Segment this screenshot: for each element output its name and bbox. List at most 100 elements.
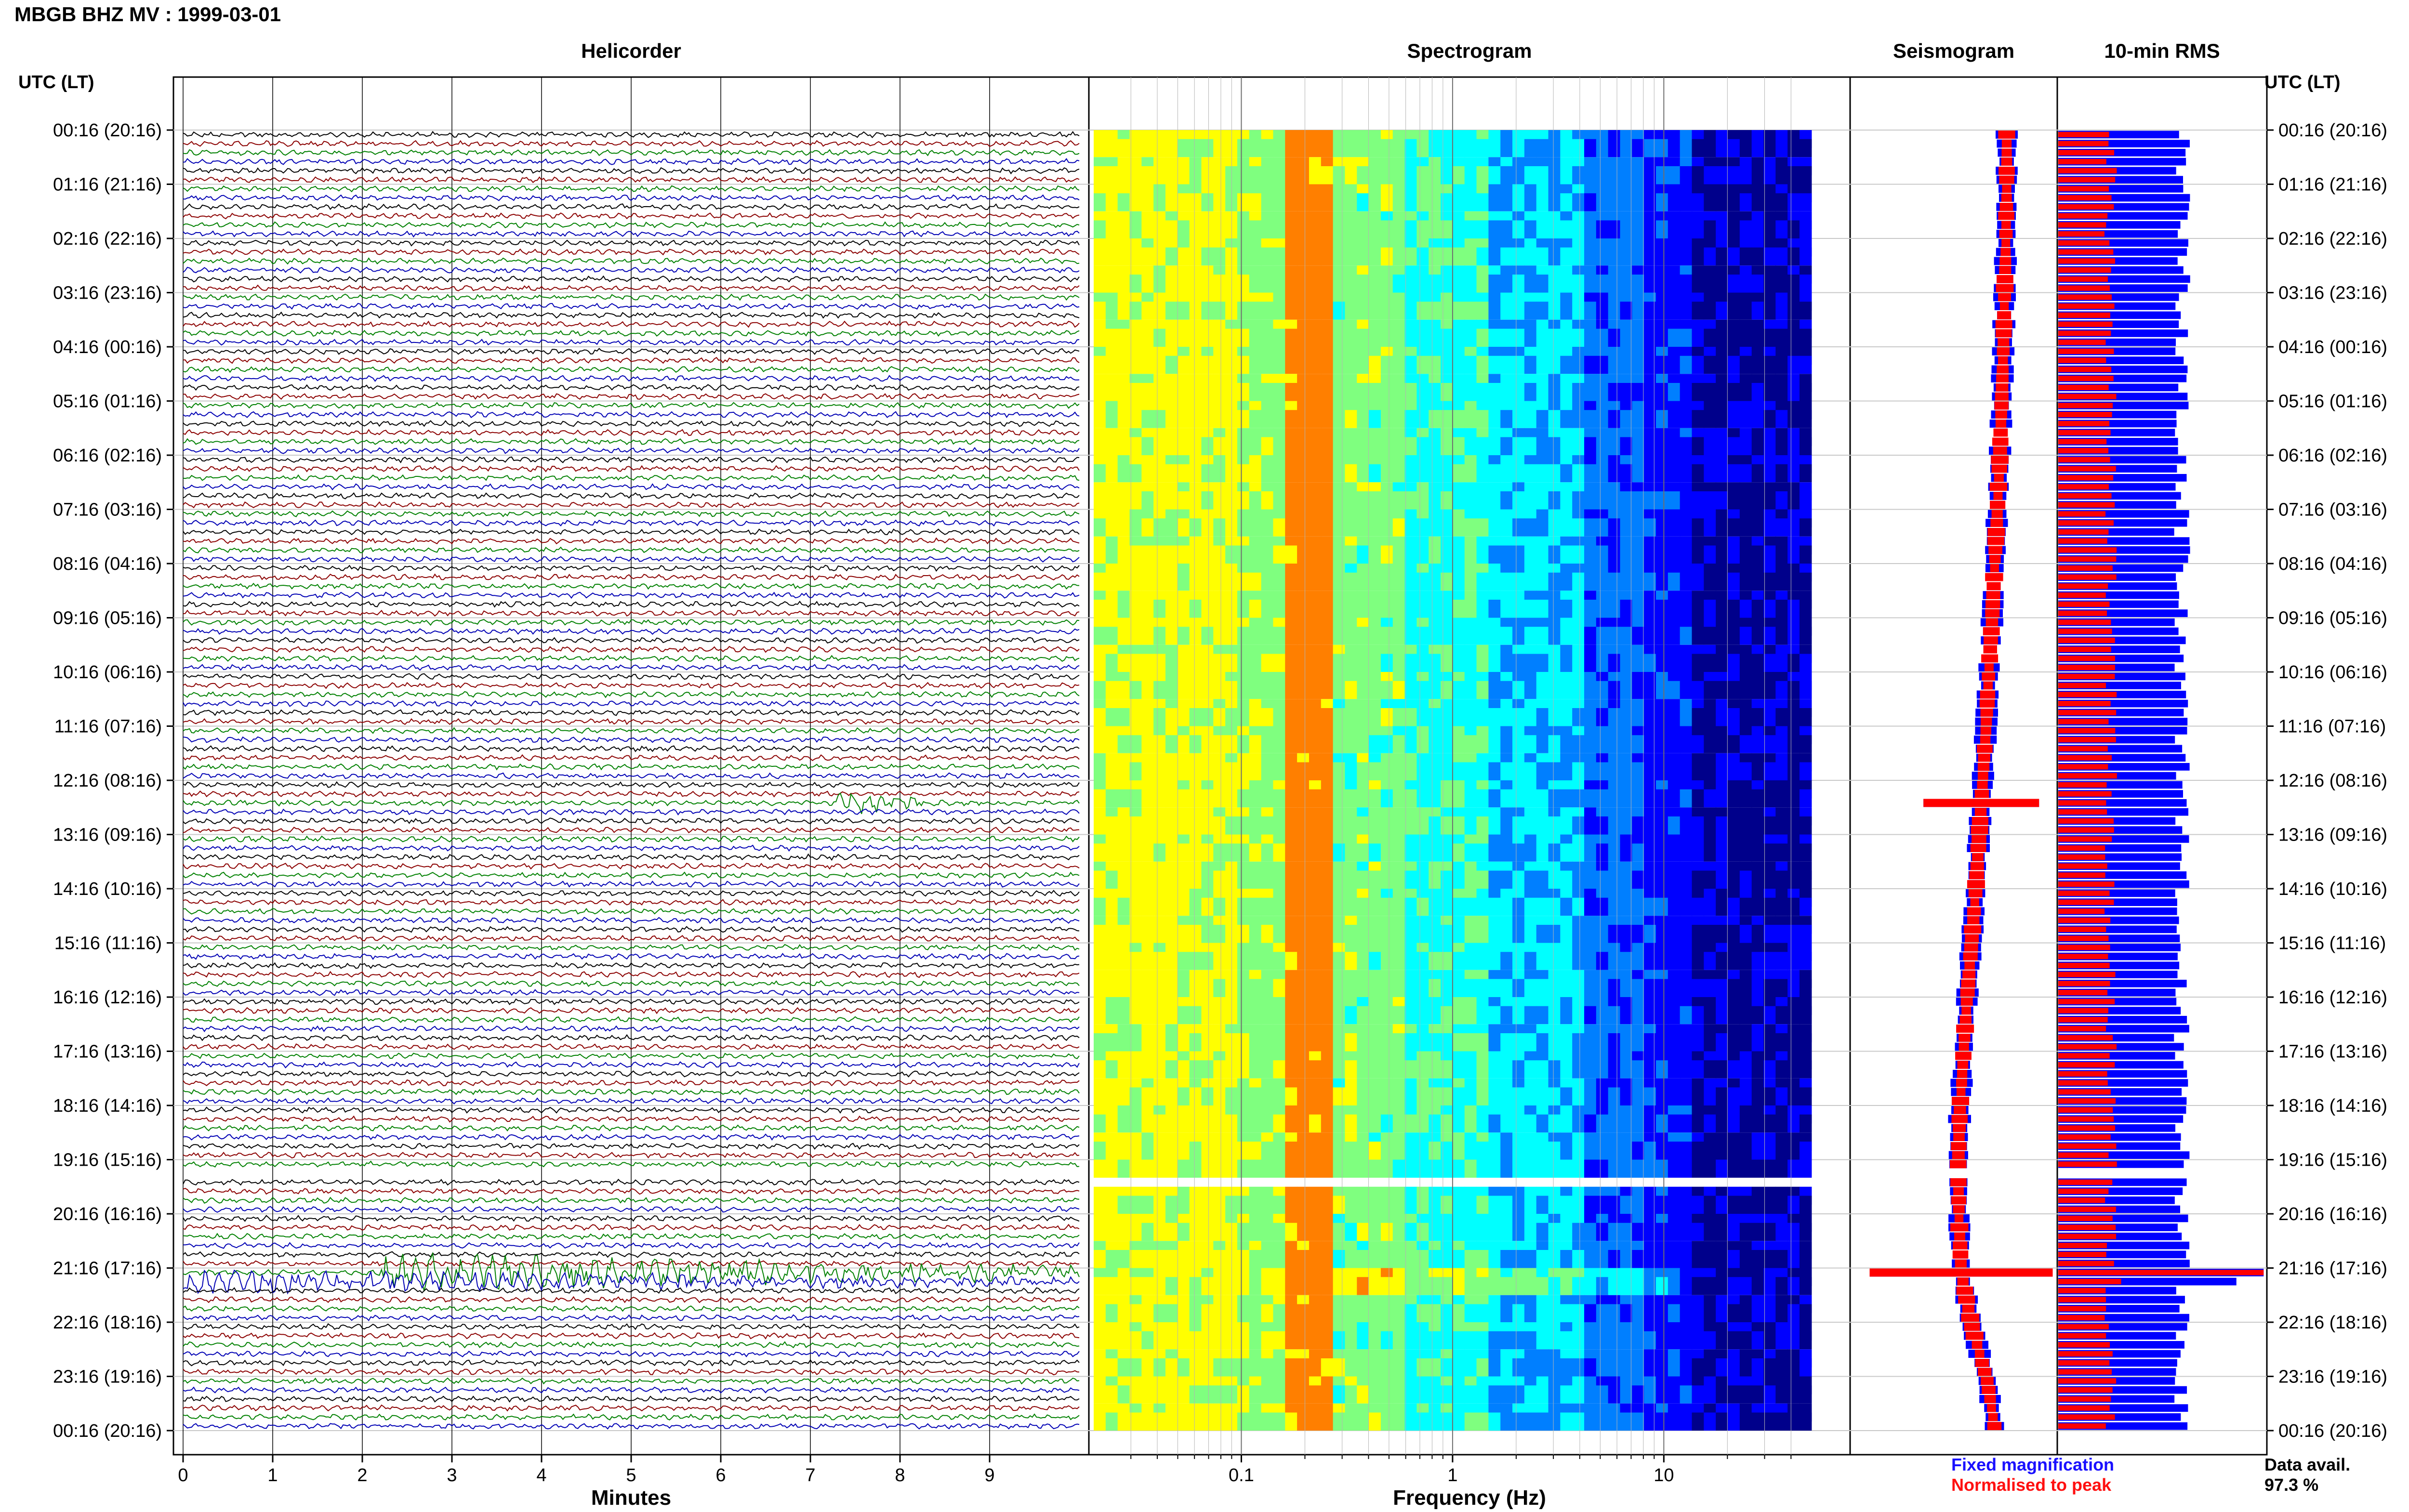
spectrogram-cell: [1620, 600, 1632, 618]
spectrogram-cell: [1165, 897, 1178, 916]
spectrogram-cell: [1536, 925, 1549, 943]
spectrogram-cell: [1799, 1060, 1812, 1078]
spectrogram-cell: [1656, 762, 1668, 780]
spectrogram-cell: [1560, 572, 1573, 591]
spectrogram-cell: [1596, 1033, 1609, 1052]
spectrogram-cell: [1500, 355, 1513, 374]
spectrogram-cell: [1117, 1006, 1130, 1025]
spectrogram-cell: [1201, 816, 1214, 835]
spectrogram-cell: [1727, 1142, 1740, 1160]
spectrogram-cell: [1165, 464, 1178, 483]
spectrogram-cell: [1739, 708, 1752, 726]
spectrogram-cell: [1309, 166, 1322, 184]
spectrogram-cell: [1141, 1087, 1154, 1105]
spectrogram-cell: [1357, 1142, 1369, 1160]
spectrogram-cell: [1285, 816, 1297, 835]
spectrogram-cell: [1201, 897, 1214, 916]
spectrogram-cell: [1309, 302, 1322, 320]
spectrogram-cell: [1560, 897, 1573, 916]
spectrogram-cell: [1476, 383, 1489, 401]
spectrogram-cell: [1620, 437, 1632, 455]
spectrogram-cell: [1775, 545, 1788, 564]
spectrogram-cell: [1345, 383, 1357, 401]
spectrogram-cell: [1596, 708, 1609, 726]
spectrogram-cell: [1357, 166, 1369, 184]
spectrogram-cell: [1153, 1159, 1166, 1178]
spectrogram-cell: [1704, 545, 1716, 564]
spectrogram-cell: [1452, 275, 1465, 293]
spectrogram-cell: [1476, 979, 1489, 997]
y-tick-label-left: 22:16 (18:16): [53, 1313, 162, 1333]
spectrogram-cell: [1488, 247, 1501, 266]
spectrogram-cell: [1429, 897, 1441, 916]
spectrogram-cell: [1105, 139, 1118, 158]
spectrogram-cell: [1560, 545, 1573, 564]
spectrogram-cell: [1297, 762, 1310, 780]
spectrogram-cell: [1775, 1142, 1788, 1160]
spectrogram-cell: [1751, 654, 1764, 672]
spectrogram-cell: [1380, 1033, 1393, 1052]
spectrogram-cell: [1285, 681, 1297, 699]
spectrogram-cell: [1153, 518, 1166, 537]
y-tick-label-left: 15:16 (11:16): [54, 933, 162, 954]
spectrogram-cell: [1225, 1060, 1238, 1078]
spectrogram-cell: [1165, 193, 1178, 211]
spectrogram-cell: [1716, 166, 1728, 184]
spectrogram-cell: [1369, 1006, 1381, 1025]
spectrogram-cell: [1763, 275, 1776, 293]
y-tick-label-right: 19:16 (15:16): [2278, 1150, 2387, 1170]
spectrogram-cell: [1739, 897, 1752, 916]
spectrogram-cell: [1165, 545, 1178, 564]
spectrogram-cell: [1524, 220, 1537, 238]
spectrogram-cell: [1727, 410, 1740, 428]
spectrogram-cell: [1668, 925, 1681, 943]
spectrogram-cell: [1620, 952, 1632, 970]
spectrogram-cell: [1596, 1060, 1609, 1078]
spectrogram-cell: [1189, 275, 1202, 293]
spectrogram-cell: [1321, 1114, 1334, 1133]
spectrogram-cell: [1392, 545, 1405, 564]
spectrogram-cell: [1608, 410, 1621, 428]
spectrogram-cell: [1692, 437, 1704, 455]
spectrogram-cell: [1656, 870, 1668, 889]
spectrogram-cell: [1441, 1114, 1453, 1133]
spectrogram-cell: [1153, 464, 1166, 483]
spectrogram-cell: [1249, 600, 1262, 618]
spectrogram-cell: [1357, 1159, 1369, 1178]
spectrogram-cell: [1584, 247, 1597, 266]
spectrogram-cell: [1668, 355, 1681, 374]
spectrogram-cell: [1297, 302, 1310, 320]
spectrogram-cell: [1775, 627, 1788, 645]
spectrogram-cell: [1704, 843, 1716, 862]
spectrogram-cell: [1249, 518, 1262, 537]
spectrogram-cell: [1620, 1060, 1632, 1078]
spectrogram-cell: [1321, 627, 1334, 645]
spectrogram-cell: [1249, 1114, 1262, 1133]
spectrogram-cell: [1692, 1060, 1704, 1078]
spectrogram-cell: [1716, 302, 1728, 320]
spectrogram-cell: [1309, 681, 1322, 699]
spectrogram-cell: [1620, 302, 1632, 320]
spectrogram-cell: [1345, 166, 1357, 184]
spectrogram-cell: [1201, 925, 1214, 943]
spectrogram-cell: [1620, 545, 1632, 564]
spectrogram-cell: [1500, 654, 1513, 672]
spectrogram-cell: [1524, 735, 1537, 753]
spectrogram-cell: [1213, 166, 1226, 184]
spectrogram-cell: [1644, 870, 1656, 889]
spectrogram-cell: [1584, 627, 1597, 645]
spectrogram-cell: [1153, 1142, 1166, 1160]
spectrogram-cell: [1369, 789, 1381, 808]
spectrogram-cell: [1189, 383, 1202, 401]
spectrogram-cell: [1680, 681, 1693, 699]
spectrogram-cell: [1129, 1060, 1142, 1078]
y-tick-label-right: 10:16 (06:16): [2278, 662, 2387, 683]
spectrogram-cell: [1213, 1060, 1226, 1078]
spectrogram-cell: [1345, 843, 1357, 862]
spectrogram-cell: [1261, 464, 1274, 483]
spectrogram-cell: [1464, 410, 1477, 428]
spectrogram-cell: [1380, 816, 1393, 835]
spectrogram-cell: [1488, 437, 1501, 455]
spectrogram-cell: [1261, 302, 1274, 320]
spectrogram-cell: [1416, 816, 1429, 835]
